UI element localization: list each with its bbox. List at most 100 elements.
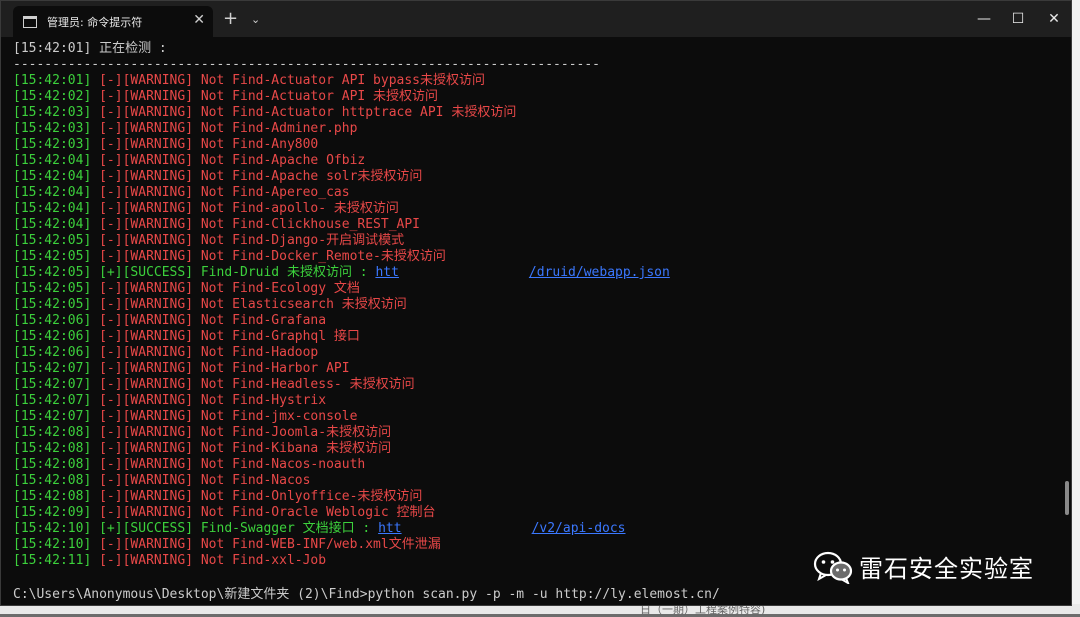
log-time: [15:42:05]: [13, 297, 92, 312]
redacted-host: [398, 266, 529, 279]
chevron-down-icon[interactable]: ⌄: [251, 13, 260, 26]
log-time: [15:42:04]: [13, 153, 92, 168]
log-tag: [-][WARNING]: [99, 313, 194, 328]
log-line-warning: [15:42:05] [-][WARNING] Not Find-Ecology…: [13, 281, 1053, 297]
log-tag: [-][WARNING]: [99, 89, 194, 104]
log-line-warning: [15:42:08] [-][WARNING] Not Find-Nacos: [13, 473, 1053, 489]
log-line-warning: [15:42:07] [-][WARNING] Not Find-Hystrix: [13, 393, 1053, 409]
log-tag: [-][WARNING]: [99, 345, 194, 360]
log-message: Not Find-Apache solr未授权访问: [200, 169, 423, 184]
log-message: Not Find-Graphql 接口: [200, 329, 360, 344]
log-message: Not Find-Actuator API 未授权访问: [200, 89, 439, 104]
log-line-warning: [15:42:03] [-][WARNING] Not Find-Adminer…: [13, 121, 1053, 137]
maximize-button[interactable]: ☐: [1005, 7, 1031, 31]
log-message: Not Find-Apereo_cas: [200, 185, 350, 200]
log-tag: [-][WARNING]: [99, 249, 194, 264]
log-message: Not Find-Onlyoffice-未授权访问: [200, 489, 423, 504]
log-time: [15:42:04]: [13, 201, 92, 216]
log-message: Find-Swagger 文档接口 :: [200, 521, 379, 536]
log-line-warning: [15:42:07] [-][WARNING] Not Find-Headles…: [13, 377, 1053, 393]
log-message: Not Find-jmx-console: [200, 409, 358, 424]
log-time: [15:42:08]: [13, 457, 92, 472]
log-line-warning: [15:42:05] [-][WARNING] Not Find-Docker_…: [13, 249, 1053, 265]
log-message: Not Find-apollo- 未授权访问: [200, 201, 399, 216]
log-message: Not Find-Apache Ofbiz: [200, 153, 366, 168]
log-message: Not Find-Django-开启调试模式: [200, 233, 405, 248]
log-time: [15:42:06]: [13, 345, 92, 360]
log-tag: [+][SUCCESS]: [99, 265, 194, 280]
log-line-warning: [15:42:03] [-][WARNING] Not Find-Any800: [13, 137, 1053, 153]
close-button[interactable]: ✕: [1041, 7, 1067, 31]
log-tag: [-][WARNING]: [99, 297, 194, 312]
log-time: [15:42:11]: [13, 553, 92, 568]
log-line-warning: [15:42:07] [-][WARNING] Not Find-Harbor …: [13, 361, 1053, 377]
log-tag: [-][WARNING]: [99, 121, 194, 136]
watermark: 雷石安全实验室: [813, 549, 1034, 584]
redacted-host: [401, 522, 532, 535]
log-message: Not Find-Headless- 未授权访问: [200, 377, 415, 392]
log-line-warning: [15:42:06] [-][WARNING] Not Find-Graphql…: [13, 329, 1053, 345]
log-line-warning: [15:42:06] [-][WARNING] Not Find-Grafana: [13, 313, 1053, 329]
log-tag: [-][WARNING]: [99, 457, 194, 472]
log-tag: [-][WARNING]: [99, 409, 194, 424]
redacted-target: [174, 42, 305, 55]
log-link[interactable]: /druid/webapp.json: [529, 265, 670, 280]
log-time: [15:42:01]: [13, 73, 92, 88]
log-time: [15:42:07]: [13, 393, 92, 408]
log-tag: [-][WARNING]: [99, 233, 194, 248]
log-line-warning: [15:42:08] [-][WARNING] Not Find-Onlyoff…: [13, 489, 1053, 505]
log-line-warning: [15:42:08] [-][WARNING] Not Find-Nacos-n…: [13, 457, 1053, 473]
log-message: Not Find-Kibana 未授权访问: [200, 441, 392, 456]
log-time: [15:42:05]: [13, 265, 92, 280]
log-message: Not Find-Actuator API bypass未授权访问: [200, 73, 486, 88]
terminal-tab[interactable]: 管理员: 命令提示符 ✕: [13, 6, 213, 37]
scrollbar-thumb[interactable]: [1065, 481, 1069, 515]
log-message: Not Find-Nacos: [200, 473, 311, 488]
log-link-start[interactable]: htt: [375, 265, 398, 280]
log-tag: [-][WARNING]: [99, 281, 194, 296]
log-tag: [-][WARNING]: [99, 169, 194, 184]
log-line-warning: [15:42:04] [-][WARNING] Not Find-Apereo_…: [13, 185, 1053, 201]
log-time: [15:42:09]: [13, 505, 92, 520]
log-link[interactable]: /v2/api-docs: [532, 521, 626, 536]
console-output[interactable]: [15:42:01] 正在检测 : ----------------------…: [13, 41, 1053, 603]
log-tag: [-][WARNING]: [99, 505, 194, 520]
log-message: Not Find-Oracle Weblogic 控制台: [200, 505, 436, 520]
log-time: [15:42:10]: [13, 537, 92, 552]
log-line-warning: [15:42:09] [-][WARNING] Not Find-Oracle …: [13, 505, 1053, 521]
log-tag: [-][WARNING]: [99, 377, 194, 392]
log-message: Not Find-Clickhouse_REST_API: [200, 217, 421, 232]
minimize-button[interactable]: —: [971, 7, 997, 31]
new-tab-button[interactable]: +: [223, 8, 238, 29]
log-line-warning: [15:42:04] [-][WARNING] Not Find-Apache …: [13, 153, 1053, 169]
title-bar[interactable]: 管理员: 命令提示符 ✕ + ⌄ — ☐ ✕: [1, 1, 1071, 37]
log-time: [15:42:04]: [13, 217, 92, 232]
terminal-icon: [23, 15, 37, 28]
scrollbar[interactable]: [1065, 81, 1069, 521]
log-message: Not Find-Any800: [200, 137, 319, 152]
command-prompt[interactable]: C:\Users\Anonymous\Desktop\新建文件夹 (2)\Fin…: [13, 587, 720, 603]
log-time: [15:42:06]: [13, 329, 92, 344]
log-message: Not Find-Joomla-未授权访问: [200, 425, 392, 440]
log-time: [15:42:08]: [13, 489, 92, 504]
log-time: [15:42:05]: [13, 281, 92, 296]
wechat-icon: [813, 551, 853, 584]
log-tag: [-][WARNING]: [99, 201, 194, 216]
log-message: Not Find-Hadoop: [200, 345, 319, 360]
log-message: Not Find-Ecology 文档: [200, 281, 360, 296]
log-link-start[interactable]: htt: [378, 521, 401, 536]
log-time: [15:42:08]: [13, 441, 92, 456]
log-tag: [+][SUCCESS]: [99, 521, 194, 536]
divider: ----------------------------------------…: [13, 57, 600, 72]
log-line-warning: [15:42:05] [-][WARNING] Not Find-Django-…: [13, 233, 1053, 249]
log-tag: [-][WARNING]: [99, 329, 194, 344]
log-tag: [-][WARNING]: [99, 105, 194, 120]
log-tag: [-][WARNING]: [99, 73, 194, 88]
log-message: Not Find-xxl-Job: [200, 553, 327, 568]
detect-text: [15:42:01] 正在检测 :: [13, 41, 175, 56]
log-message: Not Find-Harbor API: [200, 361, 350, 376]
log-time: [15:42:06]: [13, 313, 92, 328]
log-tag: [-][WARNING]: [99, 393, 194, 408]
tab-close-icon[interactable]: ✕: [193, 12, 205, 28]
log-time: [15:42:10]: [13, 521, 92, 536]
